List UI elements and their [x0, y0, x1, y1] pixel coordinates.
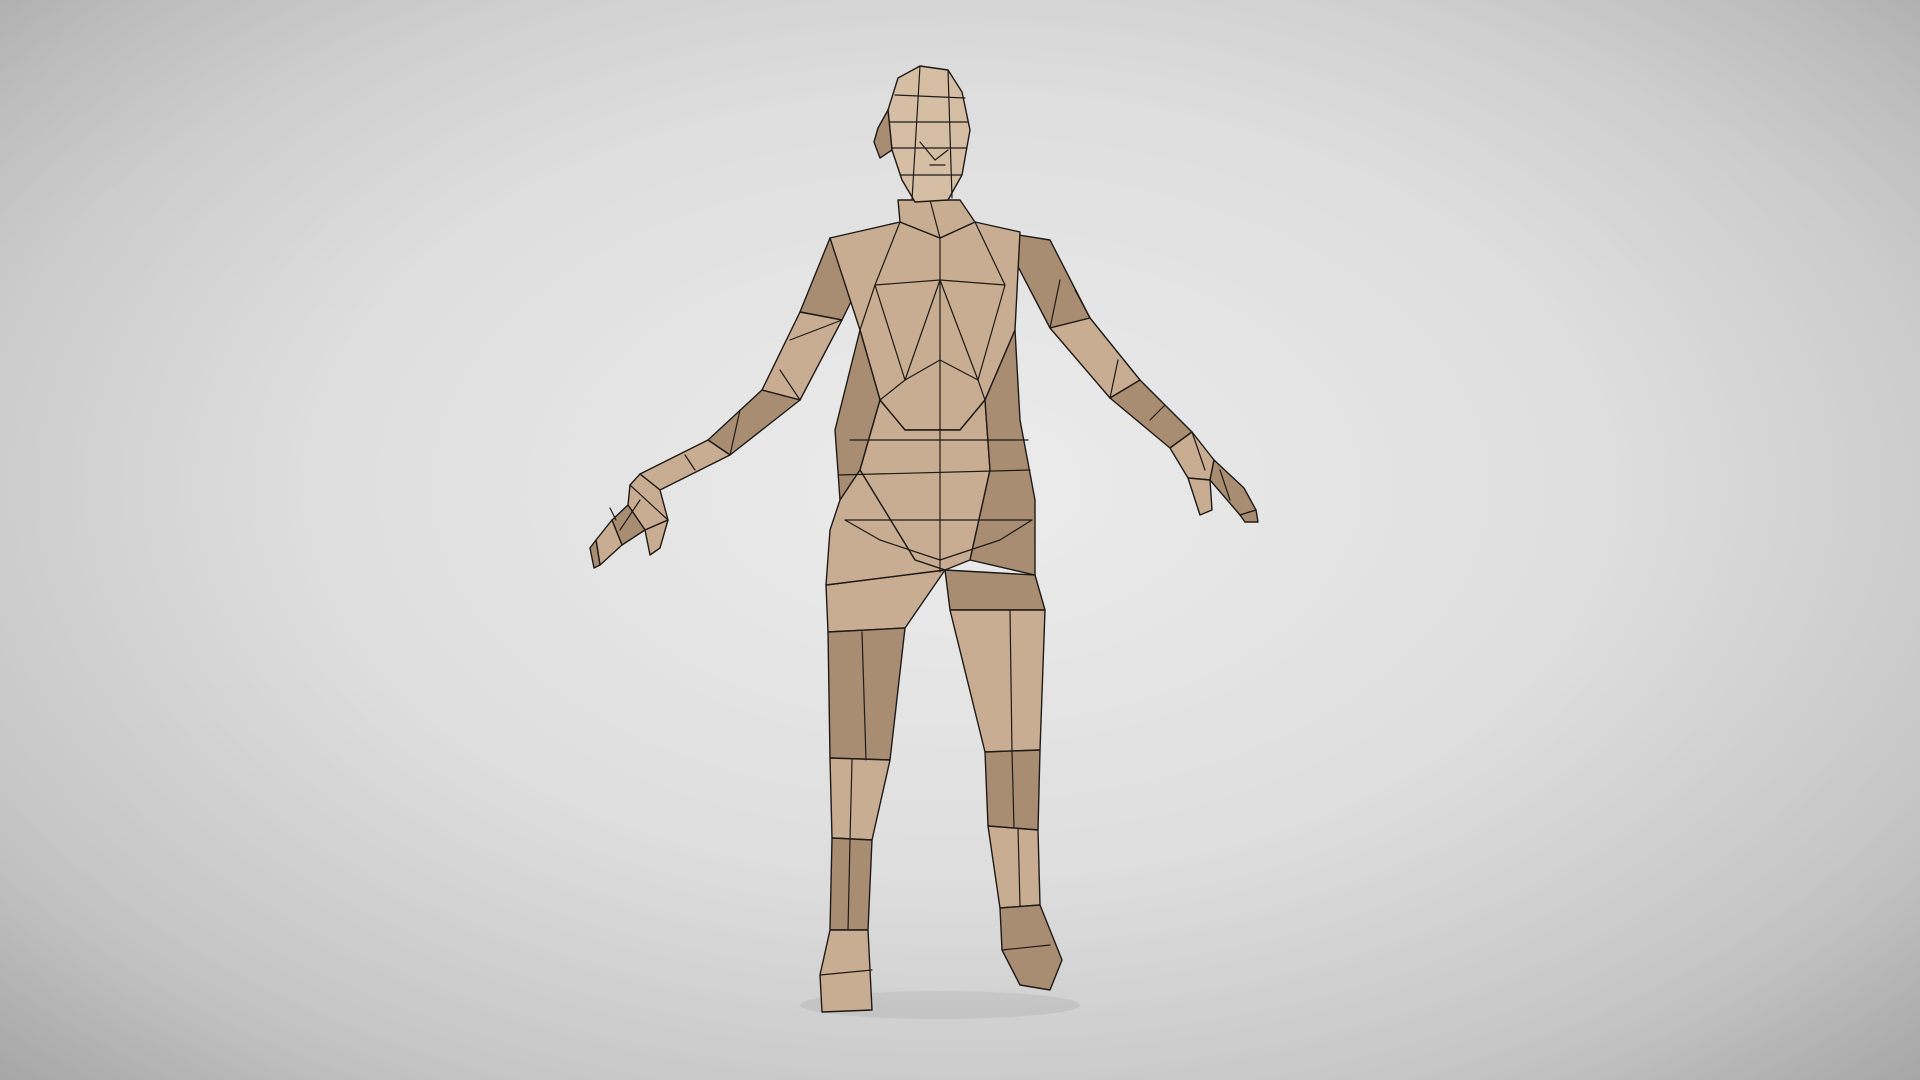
humanoid-mesh-model[interactable]	[0, 0, 1920, 1080]
torso-mesh	[825, 221, 1036, 586]
left-leg-mesh	[819, 569, 946, 1013]
left-hand-mesh	[589, 473, 669, 569]
head-mesh	[873, 65, 971, 203]
right-hand-mesh	[1169, 431, 1259, 523]
3d-viewport[interactable]	[0, 0, 1920, 1080]
right-arm-mesh	[999, 231, 1193, 449]
right-leg-mesh	[944, 569, 1063, 991]
